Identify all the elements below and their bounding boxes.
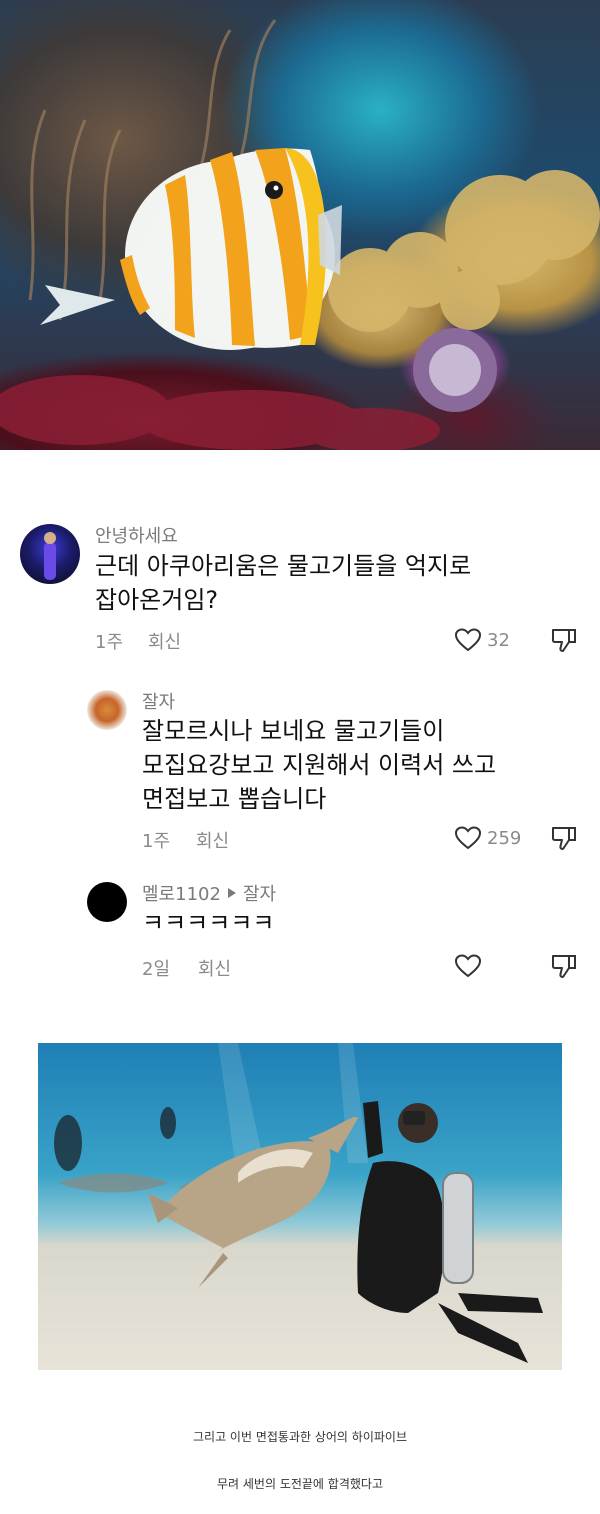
comment-author[interactable]: 안녕하세요 [95, 522, 178, 548]
heart-icon [455, 628, 481, 652]
comment-author[interactable]: 멜로1102 [142, 880, 221, 906]
caption-line: 무려 세번의 도전끝에 합격했다고 [216, 1477, 383, 1491]
like-count: 32 [487, 629, 510, 651]
shark-diver-illustration [54, 1043, 543, 1363]
comment-text-line: 잡아온거임? [95, 586, 219, 614]
avatar[interactable] [20, 524, 80, 584]
avatar[interactable] [87, 690, 127, 730]
like-count: 259 [487, 827, 522, 849]
dislike-button[interactable] [551, 953, 577, 983]
aquarium-fish-photo [0, 0, 600, 450]
like-button[interactable]: 32 [455, 628, 510, 652]
like-button[interactable] [455, 954, 487, 978]
caption-line: 그리고 이번 면접통과한 상어의 하이파이브 [193, 1430, 407, 1444]
comment-text-line: 근데 아쿠아리움은 물고기들을 억지로 [95, 552, 472, 580]
comment-time: 1주 [142, 831, 171, 852]
like-button[interactable]: 259 [455, 826, 521, 850]
heart-icon [455, 954, 481, 978]
comment-text-line: 잘모르시나 보네요 물고기들이 [142, 717, 445, 745]
thumbs-down-icon [551, 827, 576, 850]
shark-high-five-photo [38, 1043, 562, 1370]
avatar[interactable] [87, 882, 127, 922]
dislike-button[interactable] [551, 825, 577, 855]
comment-time: 2일 [142, 959, 171, 980]
triangle-right-icon [227, 888, 236, 898]
dislike-button[interactable] [551, 627, 577, 657]
reply-button[interactable]: 회신 [196, 827, 229, 853]
comment-time: 1주 [95, 632, 124, 653]
comment-author-line: 멜로1102 잘자 [142, 880, 276, 906]
comment-text-line: 면접보고 뽑습니다 [142, 785, 327, 813]
comment-author[interactable]: 잘자 [142, 688, 175, 714]
butterflyfish-illustration [0, 19, 600, 450]
thumbs-down-icon [551, 629, 576, 652]
thumbs-down-icon [551, 955, 576, 978]
heart-icon [455, 826, 481, 850]
reply-button[interactable]: 회신 [198, 955, 231, 981]
reply-button[interactable]: 회신 [148, 628, 181, 654]
comment-text-line: ㅋㅋㅋㅋㅋㅋ [142, 909, 275, 937]
comment-text-line: 모집요강보고 지원해서 이력서 쓰고 [142, 751, 497, 779]
reply-to-author[interactable]: 잘자 [243, 880, 276, 906]
